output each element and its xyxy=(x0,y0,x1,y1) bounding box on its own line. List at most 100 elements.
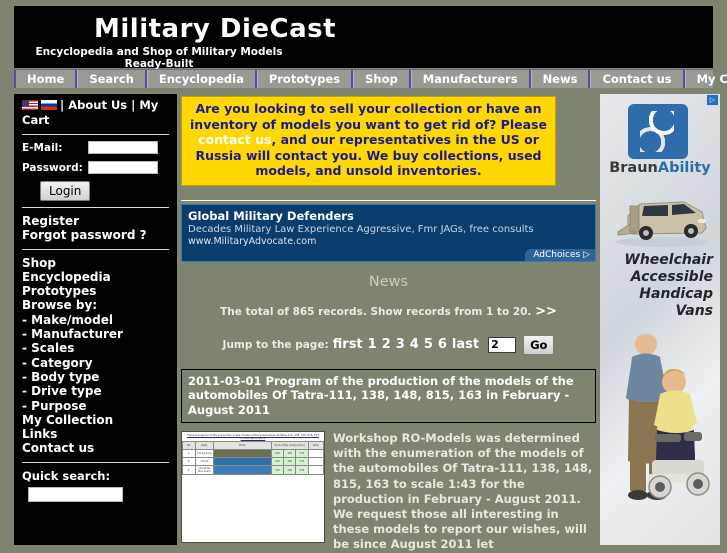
sidebar-item-body-type[interactable]: - Body type xyxy=(22,370,169,384)
cell-mark-3: 113-s3 No blok board xyxy=(194,465,215,476)
pagination-page-1[interactable]: 1 xyxy=(368,337,377,352)
sidebar-item-drive-type[interactable]: - Drive type xyxy=(22,384,169,398)
about-us-link[interactable]: About Us xyxy=(68,98,127,112)
password-field[interactable] xyxy=(88,161,158,174)
email-field[interactable] xyxy=(88,141,158,154)
right-ad-tagline: Wheelchair Accessible Handicap Vans xyxy=(600,252,720,320)
sidebar-divider-4 xyxy=(22,461,169,463)
sidebar-item-scales[interactable]: - Scales xyxy=(22,341,169,355)
tagline-line-1: Wheelchair xyxy=(624,252,713,268)
nav-item-manufacturers[interactable]: Manufacturers xyxy=(410,70,531,88)
adchoices-badge[interactable]: AdChoices ▷ xyxy=(525,248,595,261)
thumbnail-caption: Current program of the production of the… xyxy=(187,433,319,440)
cell-price-2a: 130 xyxy=(270,457,285,467)
cell-price-1c: 175 xyxy=(295,449,309,459)
nav-item-prototypes[interactable]: Prototypes xyxy=(256,70,354,88)
nav-item-shop[interactable]: Shop xyxy=(353,70,411,88)
us-flag-icon[interactable] xyxy=(22,100,38,110)
pagination-bar: Jump to the page: first 1 2 3 4 5 6 last… xyxy=(181,334,596,355)
sell-banner-text-part-1: Are you looking to sell your collection … xyxy=(190,101,547,132)
adchoices-triangle-icon[interactable]: ▷ xyxy=(707,95,718,105)
pagination-page-2[interactable]: 2 xyxy=(382,337,391,352)
nav-item-news[interactable]: News xyxy=(530,70,591,88)
sidebar-item-category[interactable]: - Category xyxy=(22,356,169,370)
main-navigation: Home Search Encyclopedia Prototypes Shop… xyxy=(14,69,727,88)
table-row: 3. 113-s3 No blok board 130 150 175 xyxy=(182,465,324,476)
pagination-last[interactable]: last xyxy=(452,337,479,352)
nav-item-home[interactable]: Home xyxy=(14,70,78,88)
password-row: Password: xyxy=(22,161,169,174)
sell-banner-contact-us-link[interactable]: contact us xyxy=(198,132,271,147)
tagline-line-3: Handicap xyxy=(639,286,713,302)
tagline-line-2: Accessible xyxy=(630,269,713,285)
sponsored-ad-banner[interactable]: Global Military Defenders Decades Milita… xyxy=(181,203,596,262)
cell-price-3b: 150 xyxy=(283,465,297,476)
sidebar-item-make-model[interactable]: - Make/model xyxy=(22,313,169,327)
sidebar-item-manufacturer[interactable]: - Manufacturer xyxy=(22,327,169,341)
tagline-line-4: Vans xyxy=(675,303,714,319)
cell-mark-2: 113-s3 xyxy=(194,457,215,467)
thumbnail-col-price: Price of the model (US $) xyxy=(270,441,309,451)
sidebar-item-purpose[interactable]: - Purpose xyxy=(22,399,169,413)
site-title: Military DieCast xyxy=(94,14,337,44)
go-button[interactable]: Go xyxy=(523,334,555,355)
cell-no-2: 2. xyxy=(182,457,196,467)
sidebar-item-encyclopedia[interactable]: Encyclopedia xyxy=(22,270,169,284)
site-tagline: Encyclopedia and Shop of Military Models… xyxy=(28,46,290,70)
right-sidebar-ad[interactable]: ▷ BraunAbility Wheelchair Accessible Han… xyxy=(600,94,720,545)
cell-price-1a: 130 xyxy=(270,449,285,459)
cell-price-2c: 175 xyxy=(295,457,309,467)
page-number-input[interactable] xyxy=(488,336,517,353)
sponsored-ad-title[interactable]: Global Military Defenders xyxy=(188,209,589,223)
cell-price-3c: 175 xyxy=(295,465,309,476)
sidebar-item-links[interactable]: Links xyxy=(22,427,169,441)
cell-note-1 xyxy=(307,449,324,459)
thumbnail-col-no: No xyxy=(182,441,196,451)
pagination-first[interactable]: first xyxy=(333,337,363,352)
left-sidebar: | About Us | My Cart E-Mail: Password: L… xyxy=(14,94,177,545)
table-header-row: No Mark Photo Price of the model (US $) … xyxy=(182,441,324,451)
sidebar-item-contact-us[interactable]: Contact us xyxy=(22,441,169,455)
password-label: Password: xyxy=(22,161,83,174)
sidebar-item-my-collection[interactable]: My Collection xyxy=(22,413,169,427)
sidebar-browse-by-label: Browse by: xyxy=(22,298,98,313)
sponsored-ad-url[interactable]: www.MilitaryAdvocate.com xyxy=(188,236,589,248)
next-page-arrow-link[interactable]: >> xyxy=(535,304,557,319)
news-article-text: Workshop RO-Models was determined with t… xyxy=(333,431,593,552)
sidebar-item-register[interactable]: Register xyxy=(22,214,169,228)
login-button[interactable]: Login xyxy=(40,181,91,201)
content-divider-1 xyxy=(181,199,596,201)
cell-photo-3 xyxy=(213,465,272,476)
table-row: 2. 113-s3 130 150 175 xyxy=(182,457,324,467)
pagination-page-6[interactable]: 6 xyxy=(438,337,447,352)
cell-price-3a: 130 xyxy=(270,465,285,476)
cell-no-3: 3. xyxy=(182,465,196,476)
jump-to-page-label: Jump to the page: xyxy=(222,338,329,351)
nav-item-my-cart[interactable]: My Cart xyxy=(684,70,727,88)
nav-item-contact-us[interactable]: Contact us xyxy=(590,70,685,88)
site-header: Military DieCast Encyclopedia and Shop o… xyxy=(14,6,713,70)
sidebar-item-prototypes[interactable]: Prototypes xyxy=(22,284,169,298)
pagination-page-3[interactable]: 3 xyxy=(396,337,405,352)
quick-search-input[interactable] xyxy=(28,486,123,502)
ru-flag-icon[interactable] xyxy=(41,100,57,110)
sidebar-divider-2 xyxy=(22,207,169,208)
records-summary-text: The total of 865 records. Show records f… xyxy=(220,305,532,318)
lang-separator-2: | xyxy=(131,98,136,112)
couple-with-scooter-image xyxy=(626,333,710,500)
wheelchair-van-image xyxy=(616,201,708,247)
news-article-title[interactable]: 2011-03-01 Program of the production of … xyxy=(181,368,596,423)
nav-item-encyclopedia[interactable]: Encyclopedia xyxy=(146,70,257,88)
table-row: 1. 113-s2 army 130 150 175 xyxy=(182,449,324,459)
cell-mark-1: 113-s2 army xyxy=(194,449,215,459)
cell-price-2b: 150 xyxy=(283,457,297,467)
pagination-page-5[interactable]: 5 xyxy=(424,337,433,352)
news-article-thumbnail[interactable]: Current program of the production of the… xyxy=(181,431,325,543)
sell-collection-banner[interactable]: Are you looking to sell your collection … xyxy=(181,96,556,186)
sidebar-divider-1 xyxy=(22,134,169,135)
pagination-page-4[interactable]: 4 xyxy=(410,337,419,352)
sidebar-item-shop[interactable]: Shop xyxy=(22,256,169,270)
nav-item-search[interactable]: Search xyxy=(77,70,147,88)
sidebar-divider-3 xyxy=(22,248,169,250)
sidebar-item-forgot-password[interactable]: Forgot password ? xyxy=(22,228,169,242)
